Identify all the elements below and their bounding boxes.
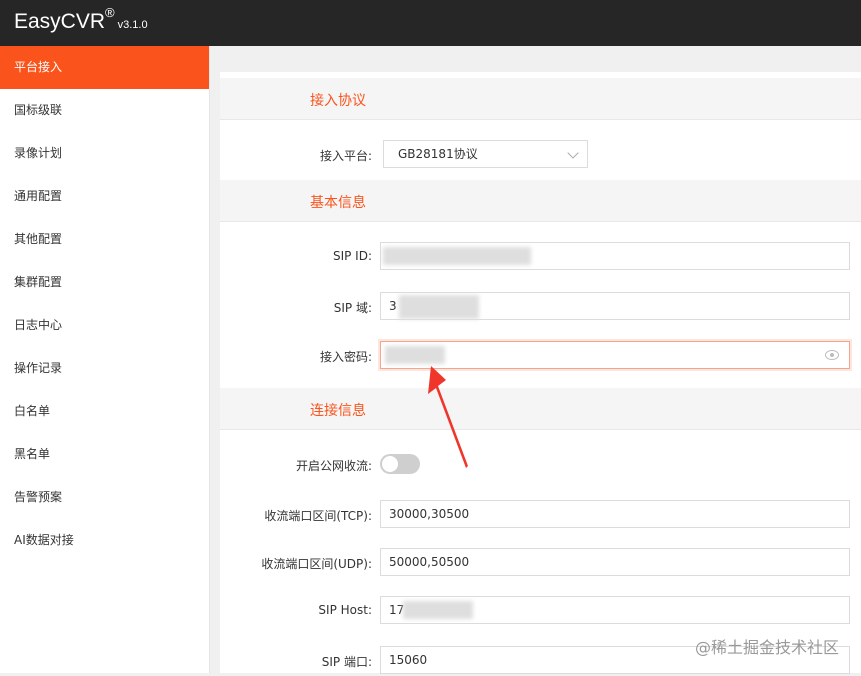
sip-id-row: SIP ID: xyxy=(220,242,861,272)
section-connect: 连接信息 xyxy=(220,388,861,430)
sip-host-value: 17 xyxy=(389,603,405,617)
section-title: 基本信息 xyxy=(310,195,366,211)
sidebar-item-general-config[interactable]: 通用配置 xyxy=(0,175,209,218)
registered-mark: ® xyxy=(105,5,115,20)
redacted-value xyxy=(403,601,473,619)
udp-port-input[interactable]: 50000,50500 xyxy=(380,548,850,576)
sip-domain-label: SIP 域: xyxy=(333,301,372,315)
platform-row: 接入平台: GB28181协议 xyxy=(220,140,861,170)
password-row: 接入密码: xyxy=(220,341,861,371)
sip-host-row: SIP Host: 17 xyxy=(220,596,861,626)
sip-host-label: SIP Host: xyxy=(318,603,372,617)
sidebar: 平台接入 国标级联 录像计划 通用配置 其他配置 集群配置 日志中心 操作记录 … xyxy=(0,46,210,673)
sip-host-input[interactable]: 17 xyxy=(380,596,850,624)
section-title: 接入协议 xyxy=(310,93,366,109)
sidebar-item-blacklist[interactable]: 黑名单 xyxy=(0,433,209,476)
password-input[interactable] xyxy=(380,341,850,369)
udp-label: 收流端口区间(UDP): xyxy=(261,557,372,571)
platform-select[interactable]: GB28181协议 xyxy=(383,140,588,168)
section-protocol: 接入协议 xyxy=(220,78,861,120)
tcp-label: 收流端口区间(TCP): xyxy=(264,509,372,523)
sidebar-item-ai-data[interactable]: AI数据对接 xyxy=(0,519,209,562)
eye-icon[interactable] xyxy=(825,350,839,360)
sip-domain-input[interactable]: 3 xyxy=(380,292,850,320)
sip-domain-row: SIP 域: 3 xyxy=(220,292,861,322)
sidebar-item-operation-log[interactable]: 操作记录 xyxy=(0,347,209,390)
sidebar-item-platform-access[interactable]: 平台接入 xyxy=(0,46,209,89)
public-stream-row: 开启公网收流: xyxy=(220,450,861,480)
sidebar-item-cluster-config[interactable]: 集群配置 xyxy=(0,261,209,304)
udp-value: 50000,50500 xyxy=(389,555,470,569)
sidebar-item-recording-plan[interactable]: 录像计划 xyxy=(0,132,209,175)
sip-port-value: 15060 xyxy=(389,653,428,667)
public-stream-label: 开启公网收流: xyxy=(295,459,372,473)
settings-panel: 接入协议 接入平台: GB28181协议 基本信息 SIP ID: SIP 域:… xyxy=(220,72,861,674)
platform-label: 接入平台: xyxy=(319,149,372,163)
tcp-row: 收流端口区间(TCP): 30000,30500 xyxy=(220,500,861,530)
sidebar-item-other-config[interactable]: 其他配置 xyxy=(0,218,209,261)
version-label: v3.1.0 xyxy=(117,19,148,31)
tcp-port-input[interactable]: 30000,30500 xyxy=(380,500,850,528)
main-content: 接入协议 接入平台: GB28181协议 基本信息 SIP ID: SIP 域:… xyxy=(210,46,861,674)
sip-id-input[interactable] xyxy=(380,242,850,270)
brand-name: EasyCVR xyxy=(14,10,106,33)
chevron-down-icon xyxy=(567,147,579,159)
public-stream-toggle[interactable] xyxy=(380,454,420,474)
section-title: 连接信息 xyxy=(310,403,366,419)
tcp-value: 30000,30500 xyxy=(389,507,470,521)
sidebar-item-log-center[interactable]: 日志中心 xyxy=(0,304,209,347)
sidebar-item-whitelist[interactable]: 白名单 xyxy=(0,390,209,433)
udp-row: 收流端口区间(UDP): 50000,50500 xyxy=(220,548,861,578)
top-bar: EasyCVR®v3.1.0 xyxy=(0,0,861,46)
redacted-value xyxy=(385,346,445,364)
section-basic: 基本信息 xyxy=(220,180,861,222)
sip-port-label: SIP 端口: xyxy=(321,655,372,669)
sip-domain-value: 3 xyxy=(389,299,397,313)
sidebar-item-alarm-plan[interactable]: 告警预案 xyxy=(0,476,209,519)
redacted-value xyxy=(399,295,479,319)
sidebar-item-national-cascade[interactable]: 国标级联 xyxy=(0,89,209,132)
password-label: 接入密码: xyxy=(319,350,372,364)
redacted-value xyxy=(383,247,531,265)
platform-value: GB28181协议 xyxy=(398,147,478,161)
watermark: @稀土掘金技术社区 xyxy=(694,638,839,657)
sip-id-label: SIP ID: xyxy=(332,249,372,263)
app-logo: EasyCVR®v3.1.0 xyxy=(14,5,148,34)
